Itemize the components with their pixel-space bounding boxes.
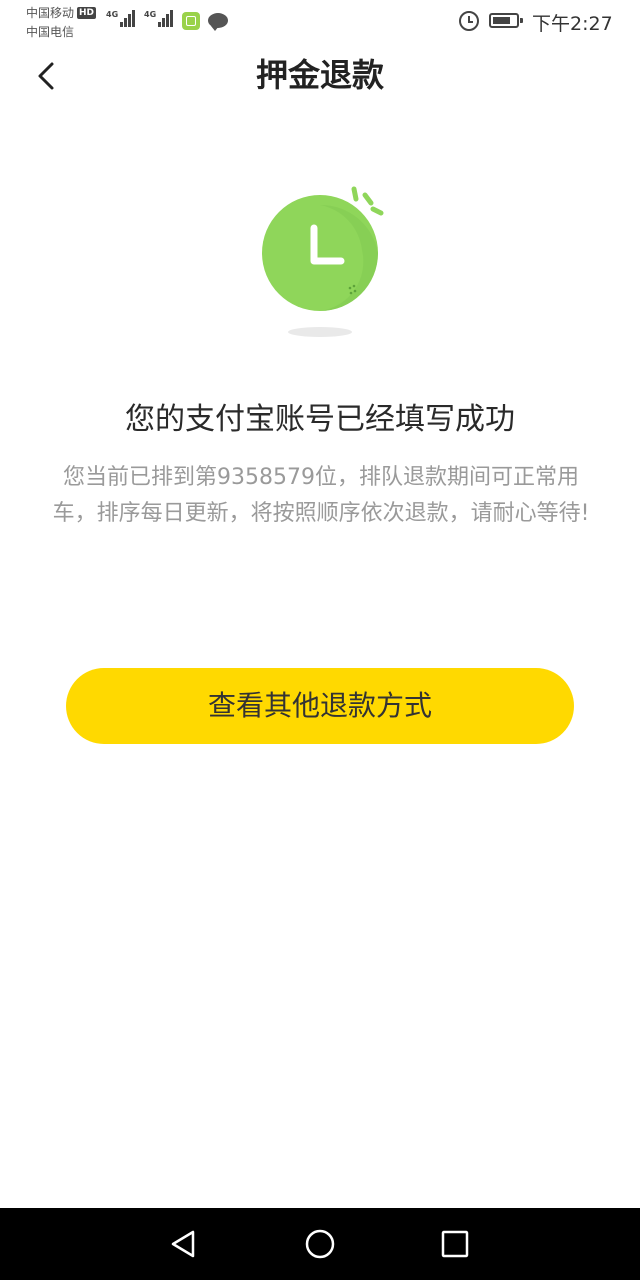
carrier-1-label: 中国移动 (26, 6, 75, 20)
nav-back-icon (171, 1230, 195, 1258)
carrier-2-label: 中国电信 (26, 25, 75, 39)
wechat-icon (182, 12, 200, 30)
battery-icon (489, 13, 523, 28)
nav-recent-icon (441, 1230, 469, 1258)
nav-home-button[interactable] (302, 1226, 338, 1262)
screen: 中国移动 中国电信 HD 4G 4G 下午2:27 押金退款 您的支付宝账号已经… (0, 0, 640, 1280)
nav-home-icon (305, 1229, 335, 1259)
queue-description: 您当前已排到第9358579位，排队退款期间可正常用车，排序每日更新，将按照顺序… (52, 465, 590, 526)
success-title: 您的支付宝账号已经填写成功 (125, 402, 515, 437)
status-bar: 中国移动 中国电信 HD 4G 4G 下午2:27 (0, 0, 640, 44)
carrier-block: 中国移动 中国电信 HD (26, 4, 97, 42)
chat-icon (208, 13, 228, 31)
network-2-label: 4G (144, 10, 157, 19)
page-title: 押金退款 (255, 56, 384, 94)
status-time: 下午2:27 (532, 13, 613, 35)
hd-badge: HD (77, 7, 97, 19)
nav-recent-button[interactable] (437, 1226, 473, 1262)
nav-back-button[interactable] (165, 1226, 201, 1262)
system-nav-bar (0, 1208, 640, 1280)
back-arrow-icon (38, 62, 54, 90)
network-1-label: 4G (106, 10, 119, 19)
other-refund-methods-button[interactable]: 查看其他退款方式 (66, 668, 574, 744)
back-button[interactable] (30, 58, 66, 94)
alarm-icon (459, 11, 479, 31)
carrier-list: 中国移动 中国电信 (26, 4, 74, 42)
signal-icon: 4G (106, 10, 136, 27)
clock-illustration (250, 180, 390, 345)
clock-icon (262, 186, 384, 337)
signal-icon: 4G (144, 10, 174, 27)
